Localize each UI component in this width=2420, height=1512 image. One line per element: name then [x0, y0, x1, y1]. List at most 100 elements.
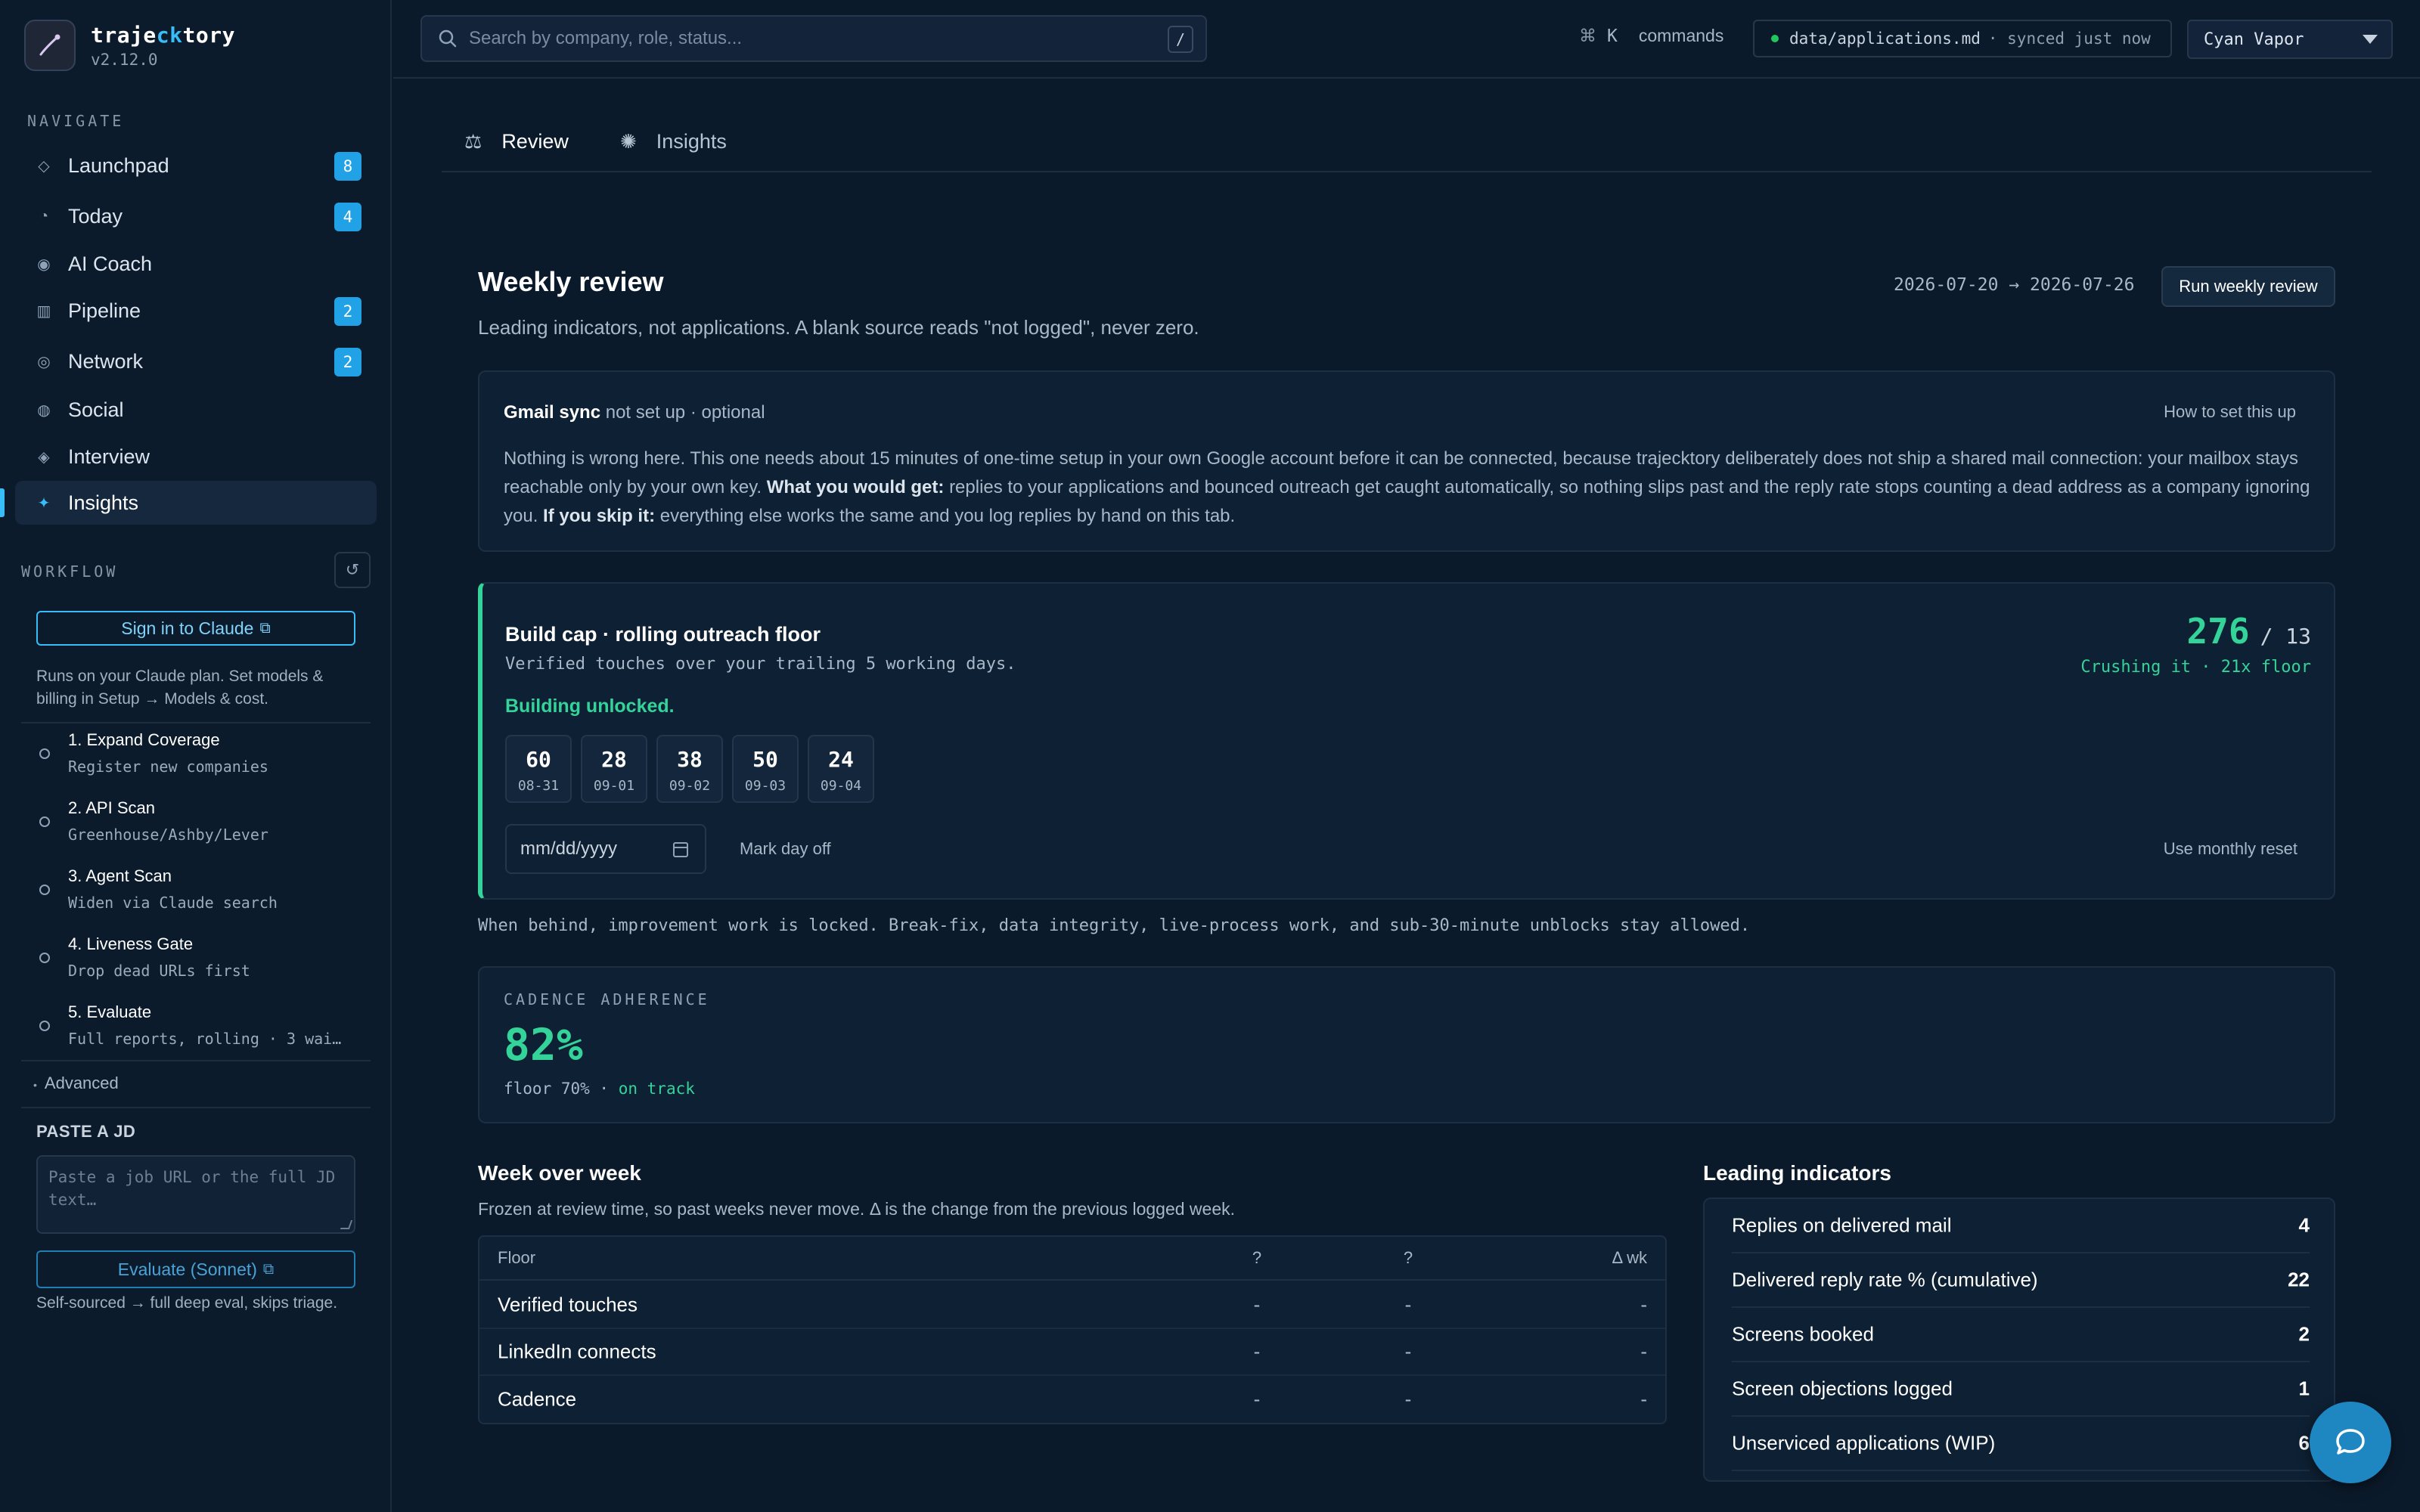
- day-chip: 24 09-04: [808, 735, 874, 803]
- build-status: Building unlocked.: [505, 696, 675, 717]
- how-to-setup-link[interactable]: How to set this up: [2164, 402, 2296, 422]
- sidebar-item-today[interactable]: ◔ Today 4: [15, 194, 377, 238]
- sidebar-item-social[interactable]: ◍ Social: [15, 388, 377, 432]
- count-badge: 2: [334, 348, 361, 376]
- sidebar-item-insights[interactable]: ✦ Insights: [15, 481, 377, 525]
- count-badge: 2: [334, 297, 361, 326]
- kanban-icon: ▥: [36, 302, 51, 320]
- review-date-range: 2026-07-20 → 2026-07-26: [1894, 275, 2135, 295]
- external-link-icon: ⧉: [262, 1260, 275, 1278]
- leading-indicators-list: Replies on delivered mail 4 Delivered re…: [1703, 1198, 2335, 1482]
- step-status-icon: [39, 816, 50, 827]
- build-cap-subtitle: Verified touches over your trailing 5 wo…: [505, 655, 1016, 674]
- use-monthly-reset-button[interactable]: Use monthly reset: [2164, 839, 2297, 859]
- loader-icon: ✺: [620, 130, 637, 153]
- count-badge: 8: [334, 152, 361, 181]
- mark-day-off-button[interactable]: Mark day off: [740, 839, 831, 859]
- tab-review[interactable]: ⚖ Review: [464, 130, 569, 153]
- sync-status[interactable]: data/applications.md · synced just now: [1753, 20, 2172, 57]
- list-item: Unserviced applications (WIP) 6: [1732, 1417, 2310, 1471]
- workflow-step-api-scan[interactable]: 2. API Scan Greenhouse/Ashby/Lever: [36, 798, 369, 844]
- active-indicator: [0, 488, 5, 517]
- indicator-value: 4: [2298, 1213, 2310, 1237]
- search-placeholder: Search by company, role, status...: [469, 28, 743, 48]
- run-weekly-review-button[interactable]: Run weekly review: [2161, 266, 2335, 307]
- indicator-value: 22: [2288, 1268, 2310, 1291]
- divider: [21, 722, 371, 723]
- target-icon: ◉: [37, 256, 51, 273]
- sidebar-item-interview[interactable]: ◈ Interview: [15, 435, 377, 479]
- external-link-icon: ⧉: [259, 619, 271, 637]
- day-off-date-input[interactable]: mm/dd/yyyy: [505, 824, 706, 874]
- workflow-step-agent-scan[interactable]: 3. Agent Scan Widen via Claude search: [36, 866, 369, 912]
- step-title: 2. API Scan: [68, 798, 155, 817]
- diamond-icon: ◇: [38, 157, 50, 175]
- sync-file: data/applications.md: [1789, 29, 1981, 48]
- theme-select[interactable]: Cyan Vapor: [2187, 20, 2393, 59]
- command-shortcut-key: K: [1607, 26, 1618, 46]
- cadence-label: CADENCE ADHERENCE: [504, 990, 710, 1009]
- sidebar-item-label: AI Coach: [68, 252, 153, 275]
- table-row: Cadence - - -: [479, 1376, 1665, 1423]
- brand[interactable]: trajecktory v2.12.0: [24, 20, 235, 71]
- topbar: Search by company, role, status... / ⌘ K…: [393, 0, 2420, 79]
- step-subtitle: Greenhouse/Ashby/Lever: [68, 826, 268, 844]
- day-value: 60: [526, 747, 551, 772]
- sign-in-label: Sign in to Claude: [121, 618, 254, 638]
- indicator-label: Delivered reply rate % (cumulative): [1732, 1268, 2038, 1291]
- table-cell: -: [1404, 1340, 1412, 1363]
- step-title: 4. Liveness Gate: [68, 934, 194, 953]
- table-cell: Cadence: [498, 1387, 577, 1411]
- table-cell: -: [1640, 1293, 1647, 1316]
- sidebar-item-label: Insights: [68, 491, 139, 514]
- workflow-step-expand[interactable]: 1. Expand Coverage Register new companie…: [36, 730, 369, 776]
- sidebar-item-pipeline[interactable]: ▥ Pipeline 2: [15, 289, 377, 333]
- sidebar-item-label: Pipeline: [68, 299, 141, 322]
- table-cell: -: [1640, 1340, 1647, 1363]
- evaluate-sonnet-button[interactable]: Evaluate (Sonnet) ⧉: [36, 1250, 355, 1288]
- step-status-icon: [39, 953, 50, 963]
- command-palette-button[interactable]: ⌘ K commands: [1579, 26, 1723, 46]
- gmail-sync-status: not set up · optional: [605, 402, 765, 423]
- gmail-sync-description: Nothing is wrong here. This one needs ab…: [504, 445, 2311, 531]
- table-cell: -: [1253, 1340, 1261, 1363]
- list-item: Screen objections logged 1: [1732, 1362, 2310, 1417]
- workflow-step-liveness[interactable]: 4. Liveness Gate Drop dead URLs first: [36, 934, 369, 980]
- list-item: Replies on delivered mail 4: [1732, 1199, 2310, 1253]
- workflow-step-evaluate[interactable]: 5. Evaluate Full reports, rolling · 3 wa…: [36, 1002, 369, 1048]
- sign-in-claude-button[interactable]: Sign in to Claude ⧉: [36, 611, 355, 646]
- gmail-body-skip: everything else works the same and you l…: [659, 506, 1236, 526]
- search-input[interactable]: Search by company, role, status... /: [420, 15, 1207, 62]
- reset-workflow-button[interactable]: ↺: [334, 552, 371, 588]
- chat-button[interactable]: [2310, 1402, 2391, 1483]
- workflow-label: WORKFLOW: [21, 562, 119, 581]
- page-title: Weekly review: [478, 266, 664, 297]
- touch-count-note: Crushing it · 21x floor: [2080, 658, 2311, 677]
- view-tabs: ⚖ Review ✺ Insights: [442, 125, 2372, 172]
- evaluate-label: Evaluate (Sonnet): [117, 1259, 257, 1279]
- list-item: Delivered reply rate % (cumulative) 22: [1732, 1253, 2310, 1308]
- day-chip: 50 09-03: [732, 735, 799, 803]
- day-value: 38: [677, 747, 703, 772]
- gmail-sync-name: Gmail sync: [504, 402, 601, 423]
- day-date: 08-31: [517, 778, 560, 794]
- table-cell: -: [1253, 1293, 1261, 1316]
- advanced-toggle[interactable]: • Advanced: [33, 1074, 119, 1093]
- jd-textarea[interactable]: Paste a job URL or the full JD text…: [36, 1155, 355, 1234]
- step-subtitle: Full reports, rolling · 3 wai…: [68, 1030, 342, 1048]
- tab-insights[interactable]: ✺ Insights: [620, 130, 727, 153]
- step-status-icon: [39, 1021, 50, 1031]
- sidebar-item-ai-coach[interactable]: ◉ AI Coach: [15, 242, 377, 286]
- sidebar-item-network[interactable]: ◎ Network 2: [15, 339, 377, 383]
- plan-note: Runs on your Claude plan. Set models & b…: [36, 668, 324, 708]
- sidebar-item-launchpad[interactable]: ◇ Launchpad 8: [15, 144, 377, 187]
- sidebar-item-label: Launchpad: [68, 153, 169, 177]
- date-placeholder: mm/dd/yyyy: [520, 838, 618, 859]
- column-header: Floor: [498, 1248, 536, 1267]
- chevron-right-icon: •: [33, 1079, 37, 1091]
- scale-icon: ⚖: [464, 130, 482, 153]
- week-over-week-subtitle: Frozen at review time, so past weeks nev…: [478, 1199, 1236, 1219]
- sync-status-dot-icon: [1771, 35, 1779, 42]
- calendar-icon[interactable]: [673, 842, 688, 857]
- gmail-skip-label: If you skip it:: [543, 506, 656, 526]
